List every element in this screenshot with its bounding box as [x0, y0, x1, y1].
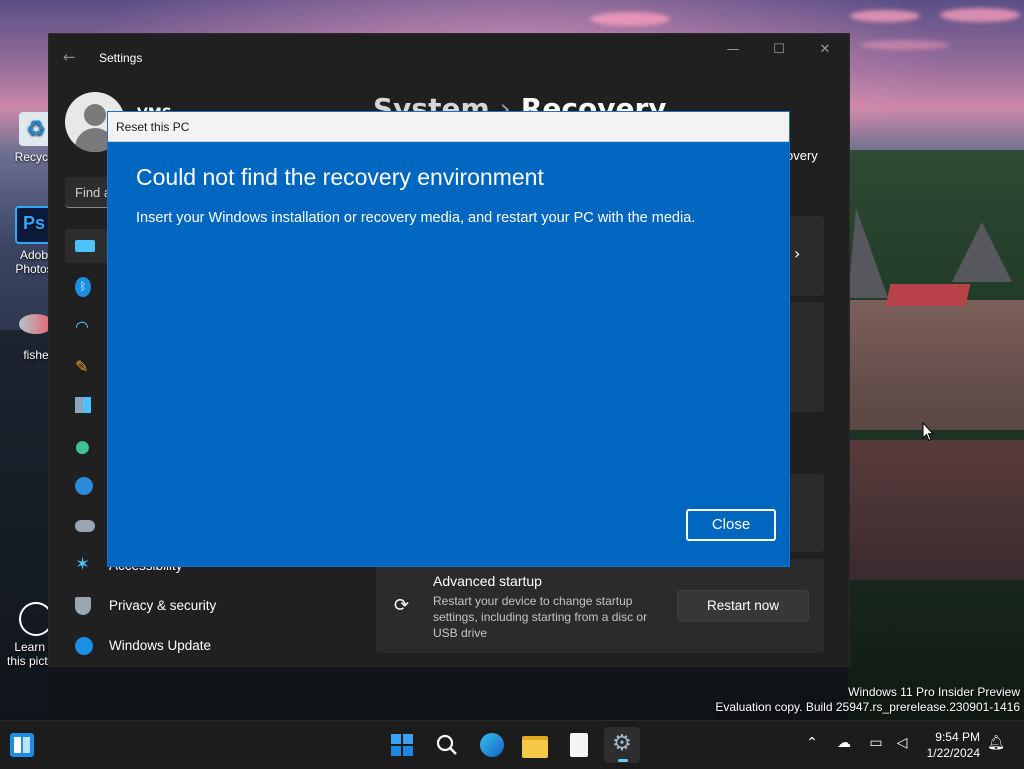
settings-icon: ⚙ [612, 731, 632, 756]
dialog-message: Insert your Windows installation or reco… [136, 210, 696, 226]
dialog-title-bar: Reset this PC [108, 112, 789, 142]
sidebar-item-label: Privacy & security [109, 598, 217, 613]
dialog-title: Reset this PC [116, 120, 190, 134]
mouse-cursor-icon [922, 422, 934, 442]
clock-date: 1/22/2024 [926, 746, 980, 760]
cloud-offline-icon[interactable]: ☁ [834, 735, 854, 755]
active-app-indicator [618, 759, 628, 762]
network-status-icon[interactable]: ▭ [866, 735, 886, 755]
advanced-startup-icon: ⟳ [394, 595, 410, 616]
advanced-startup-title: Advanced startup [433, 573, 542, 589]
bluetooth-icon: ᛒ [75, 277, 91, 297]
personalization-icon: ✎ [75, 357, 89, 376]
edge-icon [480, 733, 504, 757]
back-arrow-icon[interactable]: ← [63, 48, 76, 66]
clock-time: 9:54 PM [935, 730, 980, 744]
search-icon [436, 734, 457, 755]
watermark-line-1: Windows 11 Pro Insider Preview [848, 685, 1020, 699]
network-icon: ◠ [75, 317, 89, 336]
reset-pc-dialog: Reset this PC Could not find the recover… [107, 111, 790, 567]
file-explorer-button[interactable] [517, 727, 553, 763]
start-icon [391, 734, 413, 756]
system-icon [75, 240, 95, 252]
accessibility-icon: ✶ [75, 554, 91, 575]
taskbar: ⚙ ⌃ ☁ ▭ ◁ 9:54 PM 1/22/2024 🔔︎ [0, 720, 1024, 769]
start-button[interactable] [384, 727, 420, 763]
notepad-button[interactable] [561, 727, 597, 763]
windows-update-icon [75, 637, 93, 655]
notification-bell-icon[interactable]: 🔔︎ [986, 735, 1006, 755]
evaluation-watermark: Windows 11 Pro Insider Preview Evaluatio… [715, 685, 1020, 715]
title-bar: ← Settings — ☐ ✕ [49, 34, 849, 82]
maximize-icon[interactable]: ☐ [767, 42, 791, 62]
restart-now-button[interactable]: Restart now [677, 590, 809, 622]
chevron-right-icon: › [794, 244, 801, 263]
clock[interactable]: 9:54 PM 1/22/2024 [918, 729, 980, 761]
time-language-icon [75, 477, 93, 495]
accounts-icon: ● [75, 437, 90, 457]
dialog-heading: Could not find the recovery environment [136, 164, 544, 190]
file-explorer-icon [522, 736, 548, 758]
watermark-line-2: Evaluation copy. Build 25947.rs_prerelea… [715, 700, 1020, 714]
close-window-icon[interactable]: ✕ [813, 42, 837, 62]
sidebar-item-windows-update[interactable]: Windows Update [65, 629, 355, 663]
advanced-startup-card: ⟳ Advanced startup Restart your device t… [376, 559, 824, 653]
partial-header-link: overy [786, 148, 818, 163]
shield-icon [75, 597, 91, 615]
edge-button[interactable] [474, 727, 510, 763]
widgets-button[interactable] [4, 727, 40, 763]
apps-icon [75, 397, 91, 413]
sidebar-item-label: Windows Update [109, 638, 212, 653]
sidebar-item-privacy-security[interactable]: Privacy & security [65, 589, 355, 623]
search-button[interactable] [429, 727, 465, 763]
app-title: Settings [99, 51, 143, 65]
volume-muted-icon[interactable]: ◁ [892, 735, 912, 755]
widgets-icon [10, 733, 34, 757]
close-button[interactable]: Close [686, 509, 776, 541]
settings-taskbar-button[interactable]: ⚙ [604, 727, 640, 763]
gaming-icon [75, 520, 95, 532]
advanced-startup-description: Restart your device to change startup se… [433, 594, 648, 640]
search-placeholder: Find a [75, 185, 112, 200]
chevron-up-icon[interactable]: ⌃ [802, 735, 822, 755]
notepad-icon [570, 733, 588, 757]
minimize-icon[interactable]: — [721, 42, 745, 62]
